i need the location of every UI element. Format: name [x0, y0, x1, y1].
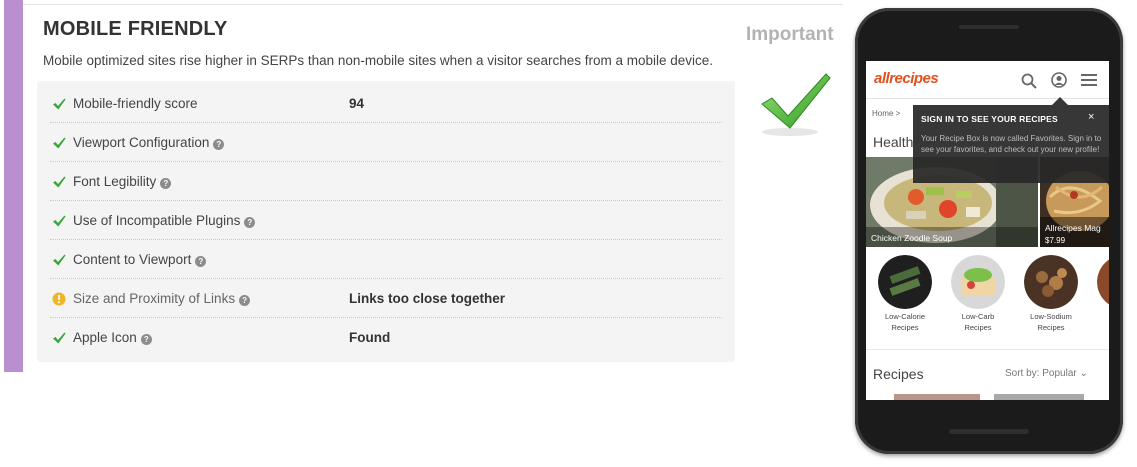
- check-icon: [53, 176, 66, 188]
- recipes-title: Recipes: [873, 366, 924, 382]
- category-label: Low-Calorie Recipes: [884, 312, 926, 332]
- section-description: Mobile optimized sites rise higher in SE…: [43, 53, 714, 68]
- category-row: Low-Calorie Recipes Low-Carb Recipes Low-S…: [866, 255, 1109, 345]
- check-row: Apple Icon? Found: [50, 318, 722, 357]
- category-label: HiRe: [1090, 311, 1109, 333]
- check-row: Font Legibility?: [50, 162, 722, 201]
- divider: [23, 4, 843, 5]
- phone-speaker: [959, 25, 1019, 29]
- popup-title: SIGN IN TO SEE YOUR RECIPES: [921, 114, 1058, 124]
- check-label: Viewport Configuration?: [73, 135, 225, 150]
- check-row: Mobile-friendly score 94: [50, 84, 722, 123]
- featured-caption: Allrecipes Mag: [1045, 223, 1101, 233]
- recipes-section: Recipes Sort by: Popular ⌄: [866, 349, 1109, 400]
- featured-price: $7.99: [1045, 236, 1066, 245]
- menu-icon[interactable]: [1081, 73, 1097, 87]
- app-header: allrecipes: [866, 61, 1109, 99]
- mobile-friendly-report: MOBILE FRIENDLY Mobile optimized sites r…: [0, 0, 1137, 467]
- phone-mockup: allrecipes Home > Health Chicken Zoodle …: [855, 8, 1123, 454]
- sign-in-popup: SIGN IN TO SEE YOUR RECIPES × Your Recip…: [913, 105, 1109, 183]
- checks-panel: Mobile-friendly score 94 Viewport Configur…: [37, 81, 735, 362]
- recipe-thumbnail[interactable]: [994, 394, 1084, 400]
- category-label: Low-Carb Recipes: [961, 312, 995, 332]
- category-label: Low-Sodium Recipes: [1030, 312, 1072, 332]
- help-icon[interactable]: ?: [195, 256, 207, 267]
- check-label: Content to Viewport?: [73, 252, 207, 267]
- user-icon[interactable]: [1051, 72, 1067, 88]
- help-icon[interactable]: ?: [160, 178, 172, 189]
- check-value: 94: [349, 96, 365, 111]
- check-value: Found: [349, 330, 391, 345]
- popup-message: Your Recipe Box is now called Favorites.…: [921, 134, 1102, 154]
- check-icon: [53, 332, 66, 344]
- category-image: [951, 255, 1005, 309]
- check-row: Use of Incompatible Plugins?: [50, 201, 722, 240]
- section-title: MOBILE FRIENDLY: [43, 18, 228, 40]
- help-icon[interactable]: ?: [239, 295, 251, 306]
- importance-label: Important: [746, 24, 834, 45]
- phone-screen: allrecipes Home > Health Chicken Zoodle …: [866, 61, 1109, 400]
- check-label: Font Legibility?: [73, 174, 172, 189]
- section-accent-bar: [4, 0, 23, 372]
- check-label: Use of Incompatible Plugins?: [73, 213, 256, 228]
- sort-dropdown[interactable]: Sort by: Popular ⌄: [1005, 368, 1088, 379]
- popup-pointer: [1052, 97, 1068, 105]
- check-label: Size and Proximity of Links?: [73, 291, 251, 306]
- help-icon[interactable]: ?: [140, 334, 152, 345]
- phone-speaker-bottom: [949, 429, 1029, 434]
- check-label: Apple Icon?: [73, 330, 152, 345]
- check-row: Viewport Configuration?: [50, 123, 722, 162]
- breadcrumb[interactable]: Home >: [872, 109, 900, 118]
- featured-caption: Chicken Zoodle Soup: [871, 233, 953, 243]
- category-image: [1024, 255, 1078, 309]
- check-icon: [53, 98, 66, 110]
- check-icon: [53, 254, 66, 266]
- check-icon: [53, 215, 66, 227]
- check-label: Mobile-friendly score: [73, 96, 198, 111]
- page-title: Health: [873, 134, 914, 150]
- category-image: [1097, 255, 1109, 309]
- warning-icon: [52, 292, 66, 306]
- check-row: Content to Viewport?: [50, 240, 722, 279]
- help-icon[interactable]: ?: [213, 139, 225, 150]
- search-icon[interactable]: [1021, 73, 1037, 89]
- app-logo[interactable]: allrecipes: [874, 70, 939, 87]
- close-icon[interactable]: ×: [1088, 111, 1094, 123]
- check-icon: [53, 137, 66, 149]
- check-row: Size and Proximity of Links? Links too cl…: [50, 279, 722, 318]
- recipe-thumbnail[interactable]: [894, 394, 980, 400]
- check-value: Links too close together: [349, 291, 506, 306]
- help-icon[interactable]: ?: [244, 217, 256, 228]
- large-green-check-icon: [761, 73, 831, 136]
- category-image: [878, 255, 932, 309]
